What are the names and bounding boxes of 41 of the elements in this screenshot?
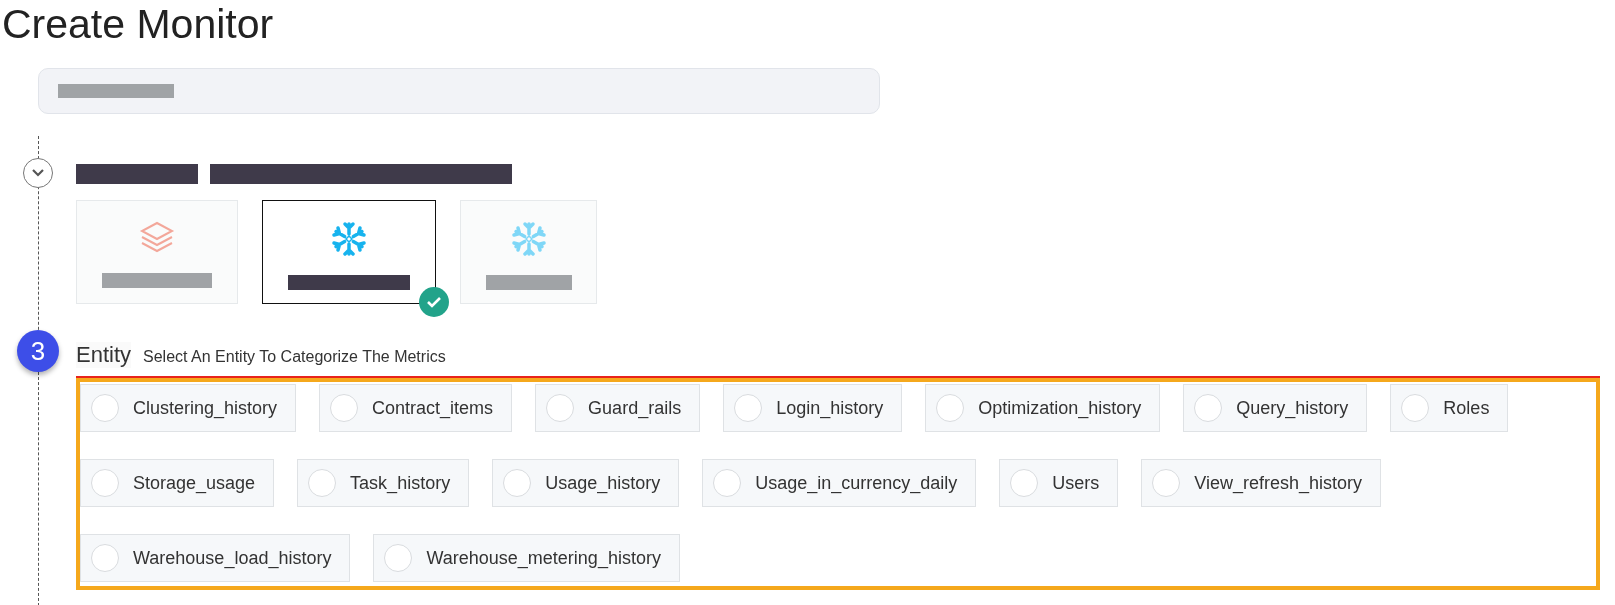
entity-option[interactable]: Optimization_history xyxy=(925,384,1161,432)
radio-button[interactable] xyxy=(713,469,742,497)
entity-option[interactable]: Contract_items xyxy=(319,384,513,432)
entity-option[interactable]: Usage_in_currency_daily xyxy=(702,459,977,507)
snowflake-icon xyxy=(510,221,547,257)
entity-option[interactable]: Guard_rails xyxy=(535,384,701,432)
radio-button[interactable] xyxy=(503,469,532,497)
entity-option[interactable]: Query_history xyxy=(1183,384,1368,432)
radio-button[interactable] xyxy=(1010,469,1039,497)
entity-option[interactable]: Storage_usage xyxy=(80,459,275,507)
entity-option[interactable]: Warehouse_load_history xyxy=(80,534,351,582)
page-title: Create Monitor xyxy=(1,0,275,46)
name-input-field[interactable] xyxy=(38,68,880,114)
radio-button[interactable] xyxy=(936,394,965,422)
entity-option[interactable]: Roles xyxy=(1390,384,1509,432)
radio-button[interactable] xyxy=(330,394,359,422)
entity-option[interactable]: Login_history xyxy=(723,384,903,432)
radio-button[interactable] xyxy=(1194,394,1223,422)
entity-option[interactable]: Warehouse_metering_history xyxy=(373,534,680,582)
radio-button[interactable] xyxy=(1152,469,1181,497)
entity-option[interactable]: View_refresh_history xyxy=(1141,459,1382,507)
snowflake-icon xyxy=(331,221,367,257)
radio-button[interactable] xyxy=(91,469,119,497)
step-number: 3 xyxy=(17,330,59,372)
step-label: Entity xyxy=(76,342,132,368)
radio-button[interactable] xyxy=(91,394,119,422)
radio-button[interactable] xyxy=(308,469,337,497)
source-card[interactable] xyxy=(262,200,436,304)
radio-button[interactable] xyxy=(546,394,575,422)
entity-option[interactable]: Clustering_history xyxy=(80,384,297,432)
radio-button[interactable] xyxy=(734,394,763,422)
chevron-icon[interactable] xyxy=(23,158,53,188)
radio-button[interactable] xyxy=(91,544,119,572)
step-description: Select An Entity To Categorize The Metrics xyxy=(143,348,446,366)
entity-option[interactable]: Task_history xyxy=(297,459,470,507)
entity-option[interactable]: Usage_history xyxy=(492,459,680,507)
radio-button[interactable] xyxy=(1401,394,1430,422)
layers-icon xyxy=(139,221,175,255)
entity-option[interactable]: Users xyxy=(999,459,1119,507)
checkmark-icon xyxy=(419,287,449,317)
radio-button[interactable] xyxy=(384,544,413,572)
